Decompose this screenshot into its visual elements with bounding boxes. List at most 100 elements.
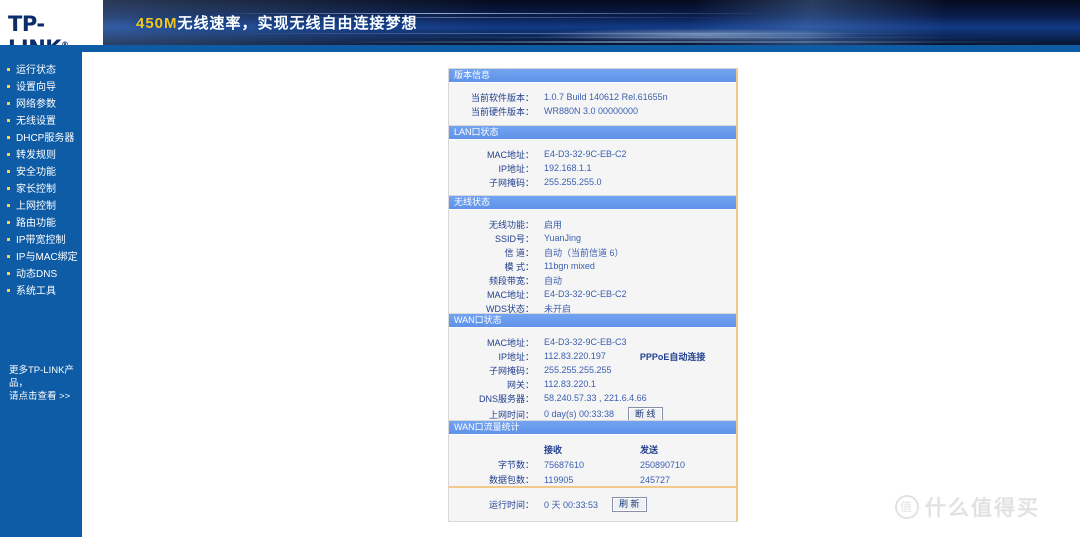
panel-version-title: 版本信息 [449,69,736,83]
sidebar-item-7[interactable]: 家长控制 [0,181,82,198]
panel-lan-status: LAN口状态 MAC地址： E4-D3-32-9C-EB-C2 IP地址： 19… [448,125,738,198]
row-value: YuanJing [544,233,582,243]
table-row: 频段带宽： 自动 [449,273,736,287]
sidebar-item-11[interactable]: IP与MAC绑定 [0,249,82,266]
row-extra: PPPoE自动连接 [639,351,706,362]
sidebar-item-2[interactable]: 网络参数 [0,96,82,113]
bullet-icon [7,221,10,224]
row-value: 自动 [544,275,563,286]
table-row: SSID号： YuanJing [449,231,736,245]
sidebar-item-12[interactable]: 动态DNS [0,266,82,283]
bullet-icon [7,289,10,292]
row-label: DNS服务器： [478,393,534,404]
sidebar-item-label: 家长控制 [16,184,56,195]
table-row: 模 式： 11bgn mixed [449,259,736,273]
bullet-icon [7,153,10,156]
sidebar-item-label: 设置向导 [16,82,56,93]
header-divider [0,45,1080,52]
row-value: E4-D3-32-9C-EB-C2 [544,289,627,299]
row-value: 1.0.7 Build 140612 Rel.61655n [544,92,668,102]
sidebar-item-label: 安全功能 [16,167,56,178]
sidebar-item-label: 转发规则 [16,150,56,161]
panel-lan-title: LAN口状态 [449,126,736,140]
row-label: 数据包数： [488,475,534,485]
row-label: 模 式： [504,261,534,272]
row-label: IP地址： [498,163,534,174]
runtime-row: 运行时间： 0 天 00:33:53 刷 新 [449,496,736,512]
row-label: 字节数： [497,460,534,470]
refresh-button[interactable]: 刷 新 [612,496,647,512]
bullet-icon [7,68,10,71]
row-value: 192.168.1.1 [544,163,592,173]
sidebar-item-label: 网络参数 [16,99,56,110]
column-header-send: 发送 [640,445,659,455]
sidebar-item-10[interactable]: IP带宽控制 [0,232,82,249]
sidebar-item-label: 路由功能 [16,218,56,229]
sidebar-item-label: IP与MAC绑定 [16,252,78,263]
panel-wireless-body: 无线功能： 启用 SSID号： YuanJing 信 道： 自动（当前信道 6） 模 式： 1… [449,210,736,323]
runtime-value: 0 天 00:33:53 [544,499,599,510]
cell-send: 245727 [640,474,671,485]
row-label: 当前硬件版本： [470,106,534,117]
top-banner: TP-LINK® 450M无线速率，实现无线自由连接梦想 [0,0,1080,45]
sidebar-item-label: 上网控制 [16,201,56,212]
panel-wireless-status: 无线状态 无线功能： 启用 SSID号： YuanJing 信 道： 自动（当前信道 6）… [448,195,738,324]
table-row: DNS服务器： 58.240.57.33 , 221.6.4.66 [449,391,736,405]
row-value: 自动（当前信道 6） [544,247,624,258]
bullet-icon [7,136,10,139]
row-label: 无线功能： [488,219,534,230]
brand-logo-box: TP-LINK® [0,0,105,45]
bullet-icon [7,204,10,207]
cell-recv: 119905 [544,474,574,485]
table-row: 无线功能： 启用 [449,217,736,231]
content-area: 版本信息 当前软件版本： 1.0.7 Build 140612 Rel.6165… [82,52,1080,537]
row-label: IP地址： [498,351,534,362]
sidebar-item-6[interactable]: 安全功能 [0,164,82,181]
sidebar-item-13[interactable]: 系统工具 [0,283,82,300]
cell-send: 250890710 [640,459,686,470]
row-label: 运行时间： [488,499,534,510]
panel-wan-body: MAC地址： E4-D3-32-9C-EB-C3 IP地址： 112.83.220.1… [449,328,736,431]
panel-runtime: 运行时间： 0 天 00:33:53 刷 新 [448,486,738,522]
table-row: 当前软件版本： 1.0.7 Build 140612 Rel.61655n [449,90,736,104]
row-label: MAC地址： [487,337,534,348]
row-value: 112.83.220.197 [544,351,606,361]
row-value: 112.83.220.1 [544,379,596,389]
sidebar-promo[interactable]: 更多TP-LINK产品， 请点击查看 >> [9,364,81,403]
sidebar-item-1[interactable]: 设置向导 [0,79,82,96]
banner-glow [533,28,863,42]
row-label: 上网时间： [488,409,534,420]
panel-version-body: 当前软件版本： 1.0.7 Build 140612 Rel.61655n 当前… [449,83,736,126]
sidebar-item-3[interactable]: 无线设置 [0,113,82,130]
sidebar-item-9[interactable]: 路由功能 [0,215,82,232]
table-row: IP地址： 192.168.1.1 [449,161,736,175]
bullet-icon [7,238,10,241]
sidebar-item-5[interactable]: 转发规则 [0,147,82,164]
tplink-logo: TP-LINK® [8,12,103,45]
table-row: 数据包数： 119905 245727 [449,472,736,487]
sidebar-nav: 运行状态设置向导网络参数无线设置 DHCP服务器转发规则安全功能家长控制上网控制路… [0,52,82,300]
watermark-mark: 值 [895,495,919,519]
sidebar: 运行状态设置向导网络参数无线设置 DHCP服务器转发规则安全功能家长控制上网控制路… [0,52,82,537]
row-label: 子网掩码： [488,365,534,376]
sidebar-item-0[interactable]: 运行状态 [0,62,82,79]
sidebar-promo-line2: 请点击查看 >> [9,391,71,402]
row-label: MAC地址： [487,289,534,300]
panel-wireless-title: 无线状态 [449,196,736,210]
table-row: 当前硬件版本： WR880N 3.0 00000000 [449,104,736,118]
table-row: 网关： 112.83.220.1 [449,377,736,391]
panel-wan-status: WAN口状态 MAC地址： E4-D3-32-9C-EB-C3 IP地址： 112.8… [448,313,738,432]
row-value: 启用 [544,219,563,230]
table-row: 子网掩码： 255.255.255.255 [449,363,736,377]
sidebar-item-label: 系统工具 [16,286,56,297]
bullet-icon [7,170,10,173]
sidebar-item-label: 动态DNS [16,269,58,280]
sidebar-item-4[interactable]: DHCP服务器 [0,130,82,147]
bullet-icon [7,119,10,122]
table-row: 子网掩码： 255.255.255.0 [449,175,736,189]
sidebar-item-8[interactable]: 上网控制 [0,198,82,215]
panel-lan-body: MAC地址： E4-D3-32-9C-EB-C2 IP地址： 192.168.1… [449,140,736,197]
table-row: MAC地址： E4-D3-32-9C-EB-C2 [449,147,736,161]
panel-wan-title: WAN口状态 [449,314,736,328]
row-value: 255.255.255.0 [544,177,602,187]
